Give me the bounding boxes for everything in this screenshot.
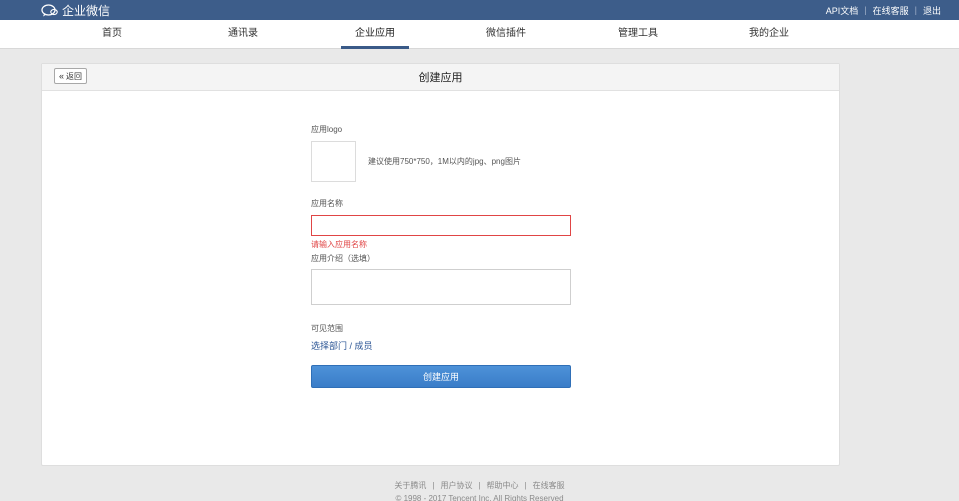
create-app-button[interactable]: 创建应用 [311, 365, 571, 388]
app-name-input[interactable] [311, 215, 571, 236]
double-chevron-left-icon: « [59, 71, 65, 81]
logo-hint: 建议使用750*750，1M以内的jpg、png图片 [368, 157, 521, 166]
nav-item-contacts[interactable]: 通讯录 [203, 20, 283, 49]
logo-upload-box[interactable] [311, 141, 356, 182]
footer: 关于腾讯 | 用户协议 | 帮助中心 | 在线客服 © 1998 - 2017 Tencen… [0, 479, 959, 501]
logout-link[interactable]: 退出 [923, 4, 941, 17]
top-links: API文档 | 在线客服 | 退出 [826, 4, 941, 17]
nav-item-management-tools[interactable]: 管理工具 [598, 20, 678, 49]
top-bar: 企业微信 API文档 | 在线客服 | 退出 [0, 0, 959, 20]
page-title: 创建应用 [418, 72, 463, 84]
footer-link-help[interactable]: 帮助中心 [487, 481, 519, 490]
app-name-label: 应用名称 [311, 199, 343, 208]
separator: | [864, 5, 867, 15]
back-button[interactable]: « 返回 [54, 68, 88, 84]
separator: | [432, 481, 435, 490]
select-dept-member-link[interactable]: 选择部门 / 成员 [311, 339, 373, 352]
app-intro-textarea[interactable] [311, 269, 571, 305]
chat-bubble-icon [41, 3, 58, 16]
app-intro-label: 应用介绍（选填） [311, 254, 375, 263]
footer-link-about[interactable]: 关于腾讯 [394, 481, 426, 490]
footer-link-agreement[interactable]: 用户协议 [440, 481, 472, 490]
create-app-form: 应用logo 建议使用750*750，1M以内的jpg、png图片 应用名称 请… [311, 124, 571, 388]
separator: | [478, 481, 481, 490]
logo-row: 建议使用750*750，1M以内的jpg、png图片 [311, 141, 571, 182]
footer-links: 关于腾讯 | 用户协议 | 帮助中心 | 在线客服 [0, 479, 959, 492]
brand-name: 企业微信 [62, 3, 111, 18]
api-docs-link[interactable]: API文档 [826, 4, 859, 17]
brand-logo[interactable]: 企业微信 [41, 2, 110, 19]
copyright: © 1998 - 2017 Tencent Inc. All Rights Re… [395, 494, 564, 501]
app-name-error: 请输入应用名称 [311, 240, 367, 249]
online-support-link[interactable]: 在线客服 [873, 4, 909, 17]
logo-label: 应用logo [311, 125, 343, 134]
visibility-scope-label: 可见范围 [311, 324, 343, 333]
nav-item-my-company[interactable]: 我的企业 [729, 20, 809, 49]
nav-item-home[interactable]: 首页 [72, 20, 152, 49]
nav-item-wechat-plugin[interactable]: 微信插件 [466, 20, 546, 49]
main-nav: 首页 通讯录 企业应用 微信插件 管理工具 我的企业 [0, 20, 959, 49]
nav-item-apps[interactable]: 企业应用 [335, 20, 415, 49]
create-app-card: « 返回 创建应用 应用logo 建议使用750*750，1M以内的jpg、pn… [41, 63, 840, 466]
separator: | [524, 481, 527, 490]
card-header: « 返回 创建应用 [42, 64, 839, 91]
back-button-label: 返回 [66, 71, 83, 81]
separator: | [914, 5, 917, 15]
footer-link-support[interactable]: 在线客服 [533, 481, 565, 490]
